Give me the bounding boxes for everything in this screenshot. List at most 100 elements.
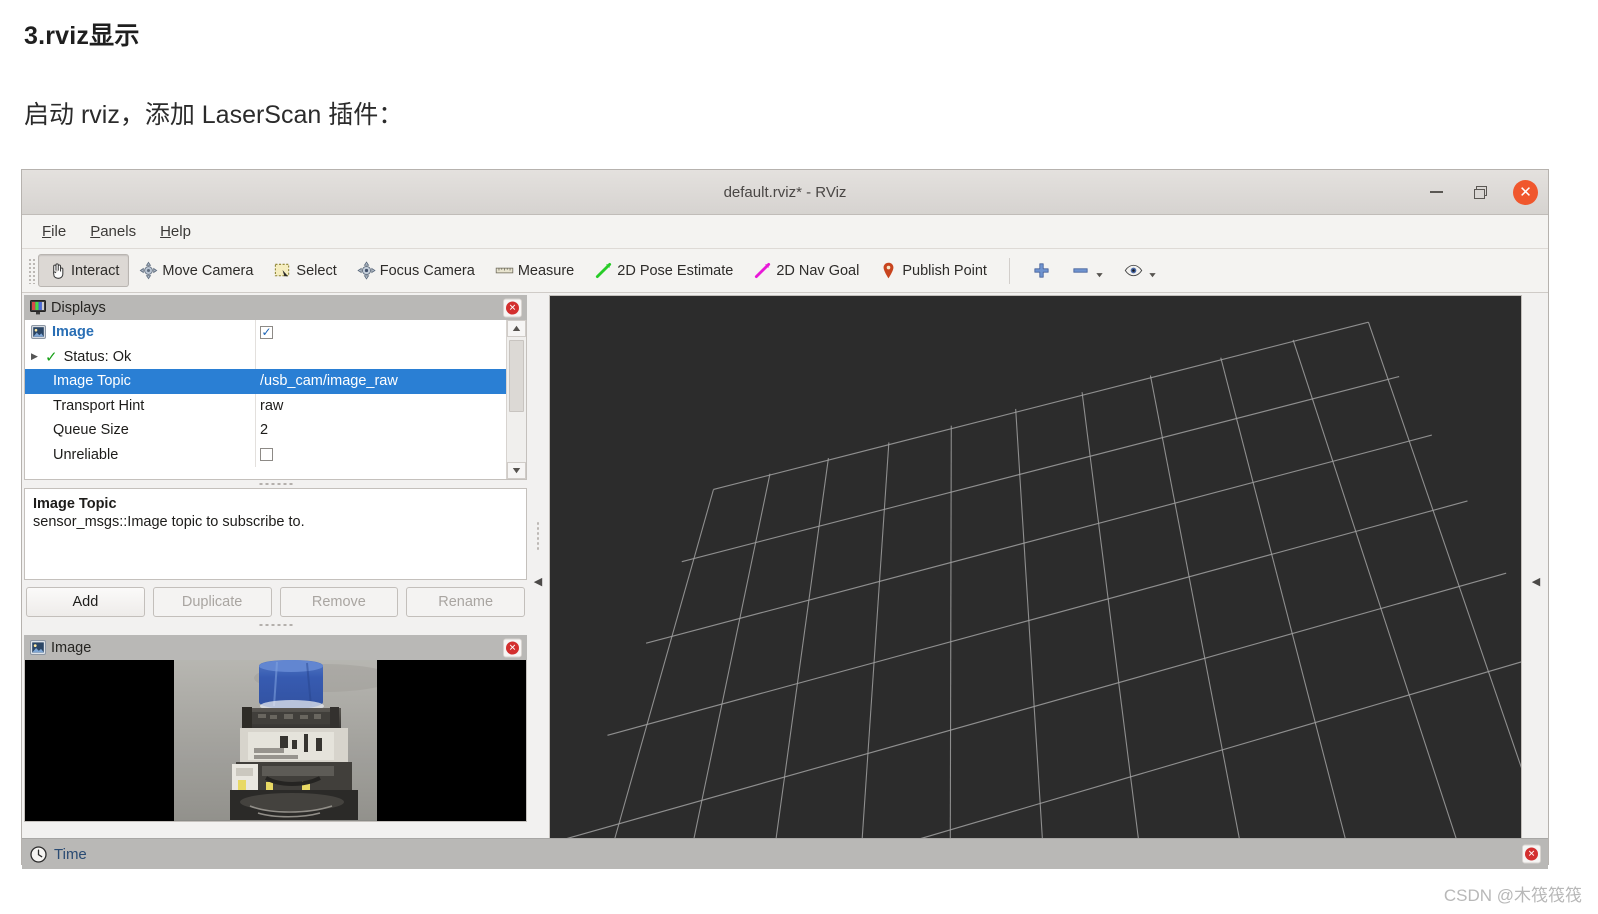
image-enabled-checkbox[interactable]: ✓ [260, 325, 273, 339]
close-icon: ✕ [506, 641, 519, 654]
description-title: Image Topic [33, 496, 117, 512]
row-value-cell[interactable] [255, 442, 507, 467]
image-topic-value: /usb_cam/image_raw [260, 373, 398, 390]
table-row[interactable]: Image Topic /usb_cam/image_raw [25, 369, 507, 394]
clock-icon [30, 845, 47, 863]
close-icon: ✕ [506, 301, 519, 314]
watermark: CSDN @木筏筏筏 [1443, 886, 1582, 905]
collapse-right-arrow-icon[interactable]: ◀ [1532, 575, 1540, 588]
row-name-cell: Transport Hint [25, 398, 255, 414]
tool-move-camera[interactable]: Move Camera [129, 254, 263, 287]
toolbar-drag-handle[interactable] [28, 257, 35, 284]
tool-move-camera-label: Move Camera [162, 262, 254, 279]
remove-tool-button[interactable] [1061, 254, 1114, 287]
display-name-image: Image [52, 324, 94, 341]
add-button[interactable]: Add [26, 587, 145, 617]
tool-2d-nav-goal-label: 2D Nav Goal [776, 262, 860, 279]
table-row[interactable]: Image ✓ [25, 320, 507, 345]
map-pin-icon [879, 261, 898, 280]
menu-panels[interactable]: Panels [78, 220, 148, 243]
collapse-left-arrow-icon[interactable]: ◀ [534, 575, 542, 588]
status-label: Status: Ok [63, 348, 132, 365]
main-area: Displays ✕ Image ✓ ▶ ✓ Status: Ok Image … [22, 293, 1548, 869]
select-rect-icon [273, 261, 292, 280]
image-panel-title: Image [51, 639, 92, 656]
row-value-cell[interactable]: raw [255, 393, 507, 418]
focus-camera-icon [357, 261, 376, 280]
image-panel: Image ✕ [24, 635, 527, 822]
minimize-button[interactable] [1425, 181, 1447, 203]
tool-publish-point[interactable]: Publish Point [869, 254, 997, 287]
table-row[interactable]: Unreliable [25, 442, 507, 467]
menu-file[interactable]: File [30, 220, 78, 243]
page-paragraph: 启动 rviz，添加 LaserScan 插件： [24, 101, 404, 129]
hand-cursor-icon [48, 261, 67, 280]
chevron-down-icon[interactable] [1094, 263, 1104, 279]
rename-button[interactable]: Rename [406, 587, 525, 617]
description-body: sensor_msgs::Image topic to subscribe to… [33, 514, 305, 530]
menu-help[interactable]: Help [148, 220, 203, 243]
image-panel-icon [30, 640, 46, 655]
displays-tree-rows: Image ✓ ▶ ✓ Status: Ok Image Topic /usb_… [25, 320, 507, 467]
move-camera-icon [139, 261, 158, 280]
displays-tree[interactable]: Image ✓ ▶ ✓ Status: Ok Image Topic /usb_… [24, 320, 527, 480]
displays-tree-scrollbar[interactable] [506, 320, 526, 479]
plus-icon [1032, 261, 1051, 280]
row-value-cell[interactable]: ✓ [255, 320, 507, 345]
time-panel-title: Time [54, 845, 87, 863]
tool-focus-camera-label: Focus Camera [379, 262, 475, 279]
row-value-cell[interactable]: /usb_cam/image_raw [255, 369, 507, 394]
right-splitter[interactable]: ◀ [1526, 295, 1546, 867]
remove-button[interactable]: Remove [279, 587, 399, 617]
tool-select[interactable]: Select [263, 254, 346, 287]
tool-2d-nav-goal[interactable]: 2D Nav Goal [743, 254, 869, 287]
menu-file-label: ile [51, 223, 67, 240]
expand-arrow-icon[interactable]: ▶ [31, 351, 45, 362]
maximize-button[interactable] [1469, 181, 1491, 203]
left-splitter[interactable]: ◀ [529, 295, 547, 867]
tool-2d-pose-estimate-label: 2D Pose Estimate [617, 262, 734, 279]
unreliable-checkbox[interactable] [260, 448, 273, 462]
status-ok-check-icon: ✓ [45, 348, 58, 366]
magenta-arrow-icon [753, 261, 772, 280]
displays-panel-title: Displays [51, 299, 106, 316]
scroll-down-arrow-icon[interactable] [507, 462, 526, 479]
grip-dots-icon [257, 482, 294, 486]
window-title: default.rviz* - RViz [723, 183, 847, 201]
left-dock: Displays ✕ Image ✓ ▶ ✓ Status: Ok Image … [24, 295, 527, 867]
displays-panel-header: Displays ✕ [24, 295, 527, 320]
visibility-button[interactable] [1114, 254, 1167, 287]
duplicate-button[interactable]: Duplicate [152, 587, 272, 617]
displays-panel-close-button[interactable]: ✕ [503, 298, 522, 317]
time-panel-header: Time ✕ [22, 838, 1548, 869]
image-panel-splitter-handle[interactable] [24, 621, 527, 629]
tool-interact[interactable]: Interact [38, 254, 130, 287]
scrollbar-thumb[interactable] [509, 340, 524, 412]
tool-select-label: Select [296, 262, 337, 279]
scroll-up-arrow-icon[interactable] [507, 320, 526, 337]
row-name-cell: Queue Size [25, 422, 255, 438]
property-label-unreliable: Unreliable [53, 446, 119, 463]
image-letterbox-right [377, 660, 526, 821]
3d-render-view[interactable] [549, 295, 1522, 867]
property-label-image-topic: Image Topic [53, 373, 131, 390]
table-row[interactable]: ▶ ✓ Status: Ok [25, 344, 507, 369]
close-button[interactable]: ✕ [1513, 179, 1538, 205]
table-row[interactable]: Queue Size 2 [25, 418, 507, 443]
image-panel-view [24, 660, 527, 822]
time-panel-close-button[interactable]: ✕ [1522, 844, 1541, 864]
image-panel-header: Image ✕ [24, 635, 527, 660]
tool-measure[interactable]: Measure [485, 254, 584, 287]
displays-splitter-handle[interactable] [24, 480, 527, 488]
table-row[interactable]: Transport Hint raw [25, 393, 507, 418]
chevron-down-icon[interactable] [1147, 263, 1157, 279]
row-name-cell: ▶ ✓ Status: Ok [25, 348, 255, 366]
camera-feed-image [174, 660, 377, 821]
menubar: File Panels Help [22, 215, 1548, 249]
image-panel-close-button[interactable]: ✕ [503, 638, 522, 657]
tool-2d-pose-estimate[interactable]: 2D Pose Estimate [584, 254, 743, 287]
tool-focus-camera[interactable]: Focus Camera [347, 254, 485, 287]
property-label-transport-hint: Transport Hint [53, 397, 145, 414]
add-tool-button[interactable] [1022, 254, 1061, 287]
row-value-cell[interactable]: 2 [255, 418, 507, 443]
